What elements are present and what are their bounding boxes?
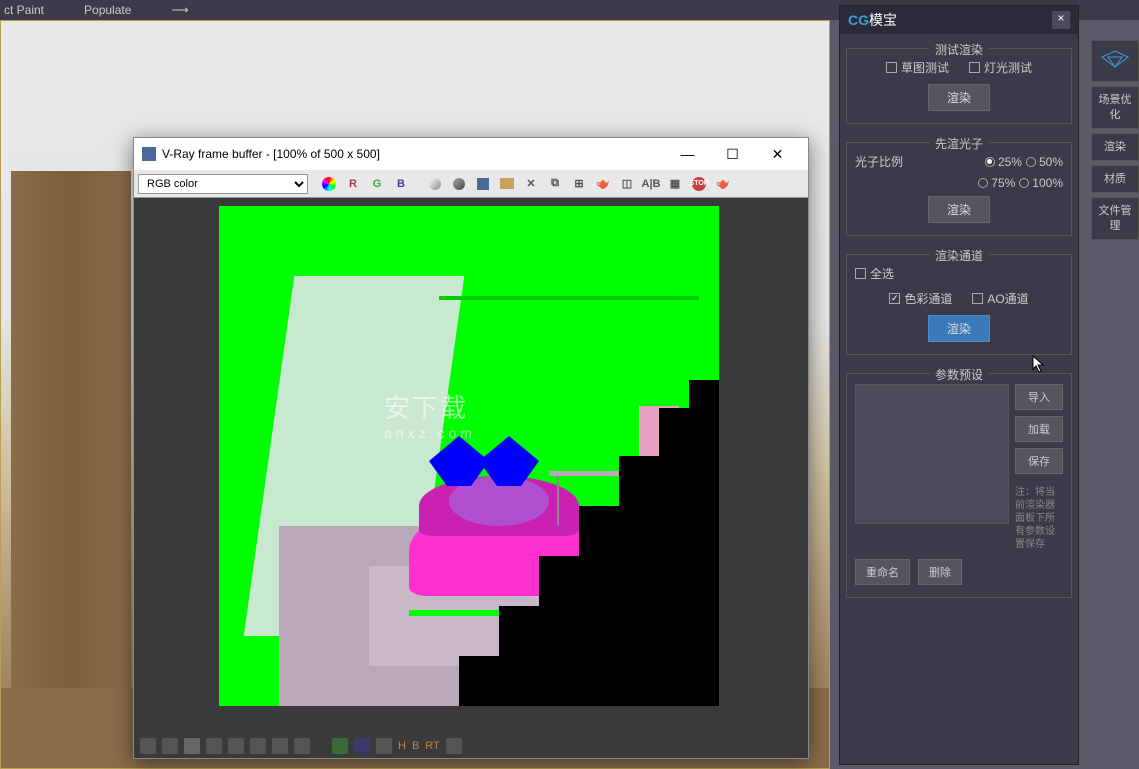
channel-select[interactable]: RGB color	[138, 174, 308, 194]
load-button[interactable]: 加载	[1015, 416, 1063, 442]
ratio-25-radio[interactable]: 25%	[985, 155, 1022, 169]
legend-test-render: 测试渲染	[929, 41, 989, 58]
vray-app-icon	[142, 147, 156, 161]
preset-note: 注：将当前渲染器面板下所有参数设置保存	[1015, 486, 1063, 551]
history-icon[interactable]: ◫	[616, 173, 638, 195]
panel-close-button[interactable]: ×	[1052, 11, 1070, 29]
stop-icon[interactable]: STOP	[688, 173, 710, 195]
legend-render-elements: 渲染通道	[929, 247, 989, 264]
presets-group: 参数预设 导入 加载 保存 注：将当前渲染器面板下所有参数设置保存 重命名 删除	[846, 373, 1072, 598]
light-test-checkbox[interactable]: 灯光测试	[969, 59, 1032, 76]
sb-icon-12[interactable]	[446, 738, 462, 754]
sb-rt-icon[interactable]: RT	[425, 740, 439, 752]
test-render-button[interactable]: 渲染	[928, 84, 990, 111]
tab-render[interactable]: 渲染	[1091, 133, 1139, 161]
menu-dropdown-icon[interactable]: ⟶	[171, 3, 188, 17]
render-elements-group: 渲染通道 全选 色彩通道 AO通道 渲染	[846, 254, 1072, 355]
sb-icon-6[interactable]	[250, 738, 266, 754]
ao-channel-checkbox[interactable]: AO通道	[972, 290, 1028, 307]
minimize-button[interactable]: —	[665, 139, 710, 169]
photon-ratio-label: 光子比例	[855, 153, 903, 170]
clone-icon[interactable]: ⧉	[544, 173, 566, 195]
menu-objectpaint[interactable]: ct Paint	[4, 3, 44, 17]
region-icon[interactable]: ⊞	[568, 173, 590, 195]
panel-header[interactable]: CG模宝 ×	[840, 6, 1078, 34]
vray-canvas-area[interactable]: 安下载 anxz.com	[134, 198, 808, 734]
sb-icon-1[interactable]	[140, 738, 156, 754]
ratio-100-radio[interactable]: 100%	[1019, 176, 1063, 190]
teapot-render-icon[interactable]: 🫖	[712, 173, 734, 195]
compare-icon[interactable]: ▦	[664, 173, 686, 195]
compare-ab-icon[interactable]: A|B	[640, 173, 662, 195]
import-button[interactable]: 导入	[1015, 384, 1063, 410]
teapot-icon[interactable]: 🫖	[592, 173, 614, 195]
sb-b-icon[interactable]: B	[412, 740, 419, 752]
color-channel-checkbox[interactable]: 色彩通道	[889, 290, 952, 307]
vray-titlebar[interactable]: V-Ray frame buffer - [100% of 500 x 500]…	[134, 138, 808, 170]
vray-frame-buffer: V-Ray frame buffer - [100% of 500 x 500]…	[133, 137, 809, 759]
watermark: 安下载 anxz.com	[384, 388, 476, 441]
delete-button[interactable]: 删除	[918, 559, 962, 585]
sketch-test-checkbox[interactable]: 草图测试	[886, 59, 949, 76]
exposure-1-icon[interactable]	[424, 173, 446, 195]
sb-icon-3[interactable]	[184, 738, 200, 754]
sb-icon-2[interactable]	[162, 738, 178, 754]
ratio-50-radio[interactable]: 50%	[1026, 155, 1063, 169]
rename-button[interactable]: 重命名	[855, 559, 910, 585]
save-button[interactable]: 保存	[1015, 448, 1063, 474]
open-icon[interactable]	[496, 173, 518, 195]
vray-toolbar: RGB color R G B ✕ ⧉ ⊞ 🫖 ◫ A|B ▦ STOP 🫖	[134, 170, 808, 198]
vray-title: V-Ray frame buffer - [100% of 500 x 500]	[162, 147, 380, 161]
tab-file-manager[interactable]: 文件管理	[1091, 197, 1139, 240]
vray-statusbar: H B RT	[134, 734, 808, 758]
sb-h-icon[interactable]: H	[398, 740, 406, 752]
side-toolbar: 场景优化 渲染 材质 文件管理	[1091, 40, 1139, 240]
sb-icon-7[interactable]	[272, 738, 288, 754]
vray-render-output	[219, 206, 719, 706]
tab-scene-optimize[interactable]: 场景优化	[1091, 86, 1139, 129]
channel-b[interactable]: B	[390, 173, 412, 195]
save-icon[interactable]	[472, 173, 494, 195]
sb-icon-8[interactable]	[294, 738, 310, 754]
maximize-button[interactable]: ☐	[710, 139, 755, 169]
channel-g[interactable]: G	[366, 173, 388, 195]
render-elements-button[interactable]: 渲染	[928, 315, 990, 342]
cg-panel: CG模宝 × 测试渲染 草图测试 灯光测试 渲染 先渲光子 光子比例 25%	[839, 5, 1079, 765]
color-picker-icon[interactable]	[318, 173, 340, 195]
exposure-2-icon[interactable]	[448, 173, 470, 195]
sb-icon-4[interactable]	[206, 738, 222, 754]
legend-presets: 参数预设	[929, 366, 989, 383]
preset-list[interactable]	[855, 384, 1009, 524]
ratio-75-radio[interactable]: 75%	[978, 176, 1015, 190]
sb-icon-9[interactable]	[332, 738, 348, 754]
panel-logo: CG模宝	[848, 10, 897, 30]
diamond-logo-icon[interactable]	[1091, 40, 1139, 82]
select-all-checkbox[interactable]: 全选	[855, 265, 894, 282]
close-button[interactable]: ✕	[755, 139, 800, 169]
test-render-group: 测试渲染 草图测试 灯光测试 渲染	[846, 48, 1072, 124]
clear-icon[interactable]: ✕	[520, 173, 542, 195]
tab-material[interactable]: 材质	[1091, 165, 1139, 193]
channel-r[interactable]: R	[342, 173, 364, 195]
prephoton-group: 先渲光子 光子比例 25% 50% 75% 100% 渲染	[846, 142, 1072, 236]
sb-icon-5[interactable]	[228, 738, 244, 754]
legend-prephoton: 先渲光子	[929, 135, 989, 152]
sb-icon-10[interactable]	[354, 738, 370, 754]
prephoton-render-button[interactable]: 渲染	[928, 196, 990, 223]
sb-icon-11[interactable]	[376, 738, 392, 754]
menu-populate[interactable]: Populate	[84, 3, 131, 17]
